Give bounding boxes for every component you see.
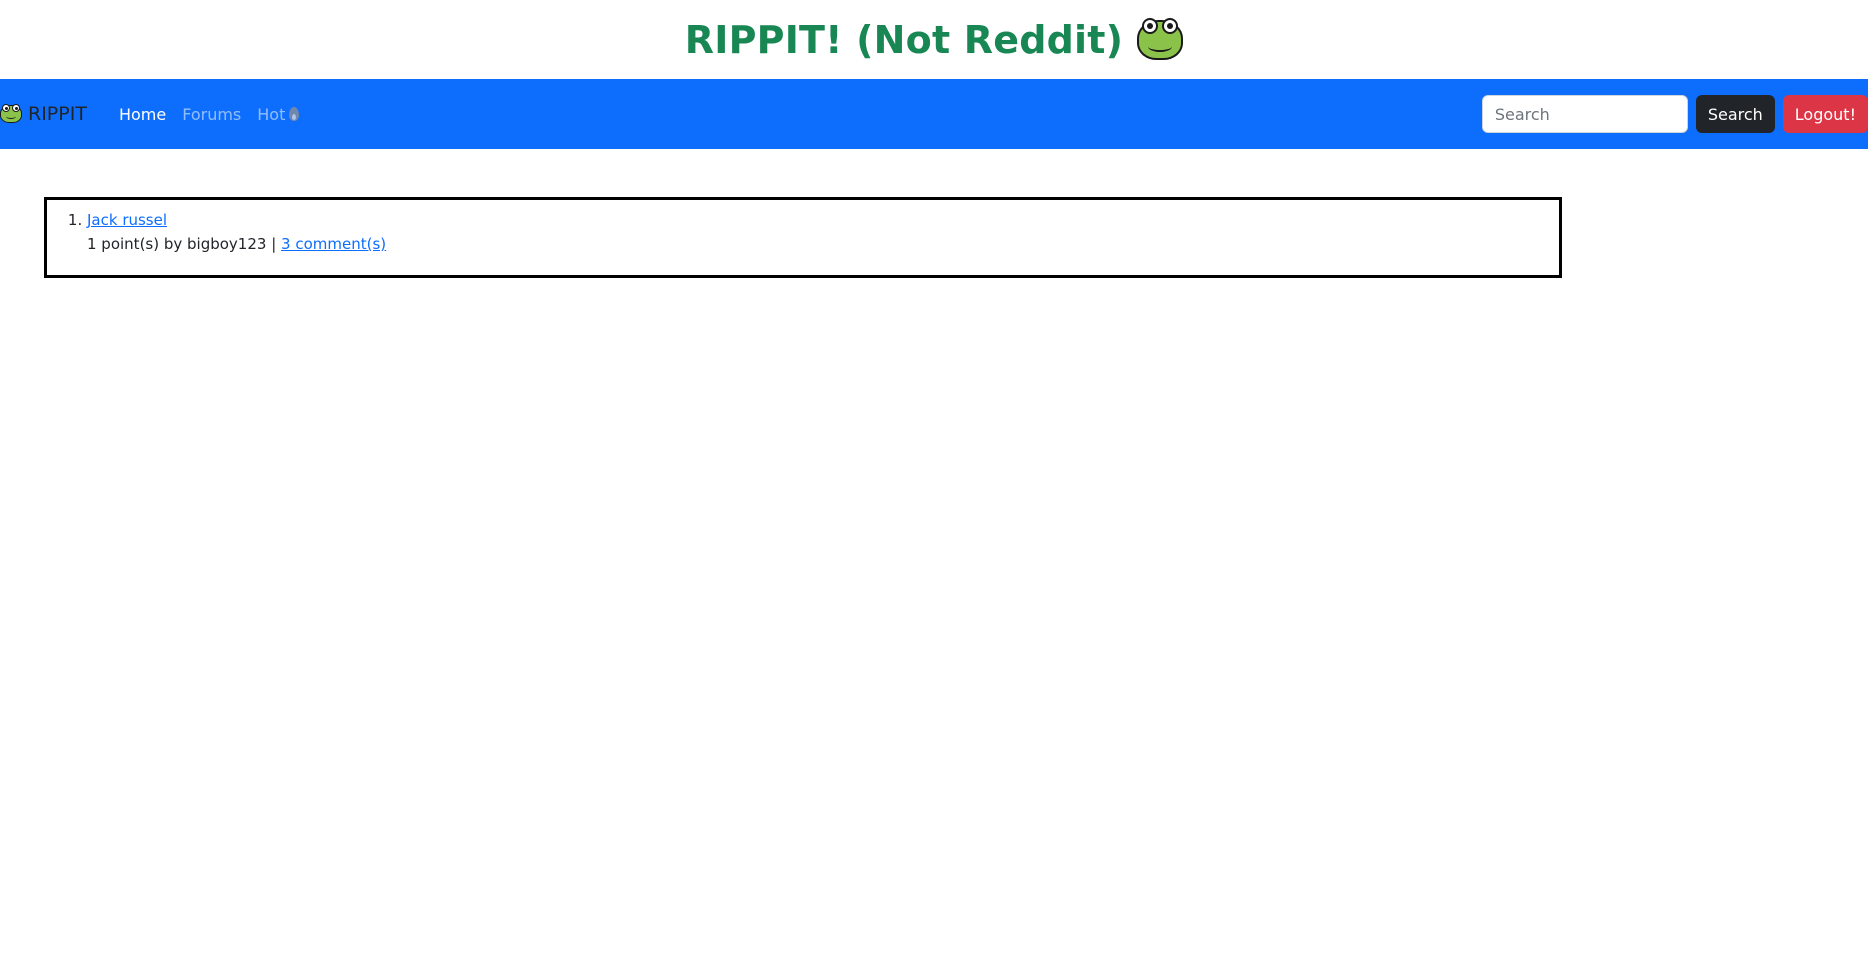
nav-link-forums-label: Forums <box>182 104 242 124</box>
page-title-text: RIPPIT! (Not Reddit) <box>684 17 1124 62</box>
nav-link-home[interactable]: Home <box>111 97 174 132</box>
list-item: Jack russel 1 point(s) by bigboy123 | 3 … <box>87 208 1559 256</box>
nav-link-home-label: Home <box>118 104 167 124</box>
main-content: Jack russel 1 point(s) by bigboy123 | 3 … <box>0 149 1868 278</box>
nav-link-forums[interactable]: Forums <box>174 97 249 132</box>
search-input[interactable] <box>1481 95 1688 133</box>
nav-links: Home Forums Hot <box>111 97 307 132</box>
frog-face-icon <box>0 104 22 123</box>
navbar-brand[interactable]: RIPPIT <box>0 103 87 125</box>
site-header: RIPPIT! (Not Reddit) <box>0 0 1868 79</box>
nav-link-hot-label: Hot <box>257 104 286 124</box>
logout-button[interactable]: Logout! <box>1782 95 1868 133</box>
search-form: Search Logout! <box>1481 95 1868 133</box>
nav-link-hot[interactable]: Hot <box>249 97 307 132</box>
post-meta: 1 point(s) by bigboy123 | <box>87 235 277 253</box>
posts-list: Jack russel 1 point(s) by bigboy123 | 3 … <box>47 200 1559 256</box>
page-title: RIPPIT! (Not Reddit) <box>684 17 1184 62</box>
posts-container: Jack russel 1 point(s) by bigboy123 | 3 … <box>44 197 1562 278</box>
frog-face-icon <box>1137 17 1184 60</box>
post-comments-link[interactable]: 3 comment(s) <box>281 235 386 253</box>
navbar-brand-label: RIPPIT <box>28 103 87 125</box>
fire-icon <box>289 107 300 121</box>
search-button[interactable]: Search <box>1695 95 1775 133</box>
post-title-link[interactable]: Jack russel <box>87 211 167 229</box>
top-navbar: RIPPIT Home Forums Hot Search Logout! <box>0 79 1868 149</box>
